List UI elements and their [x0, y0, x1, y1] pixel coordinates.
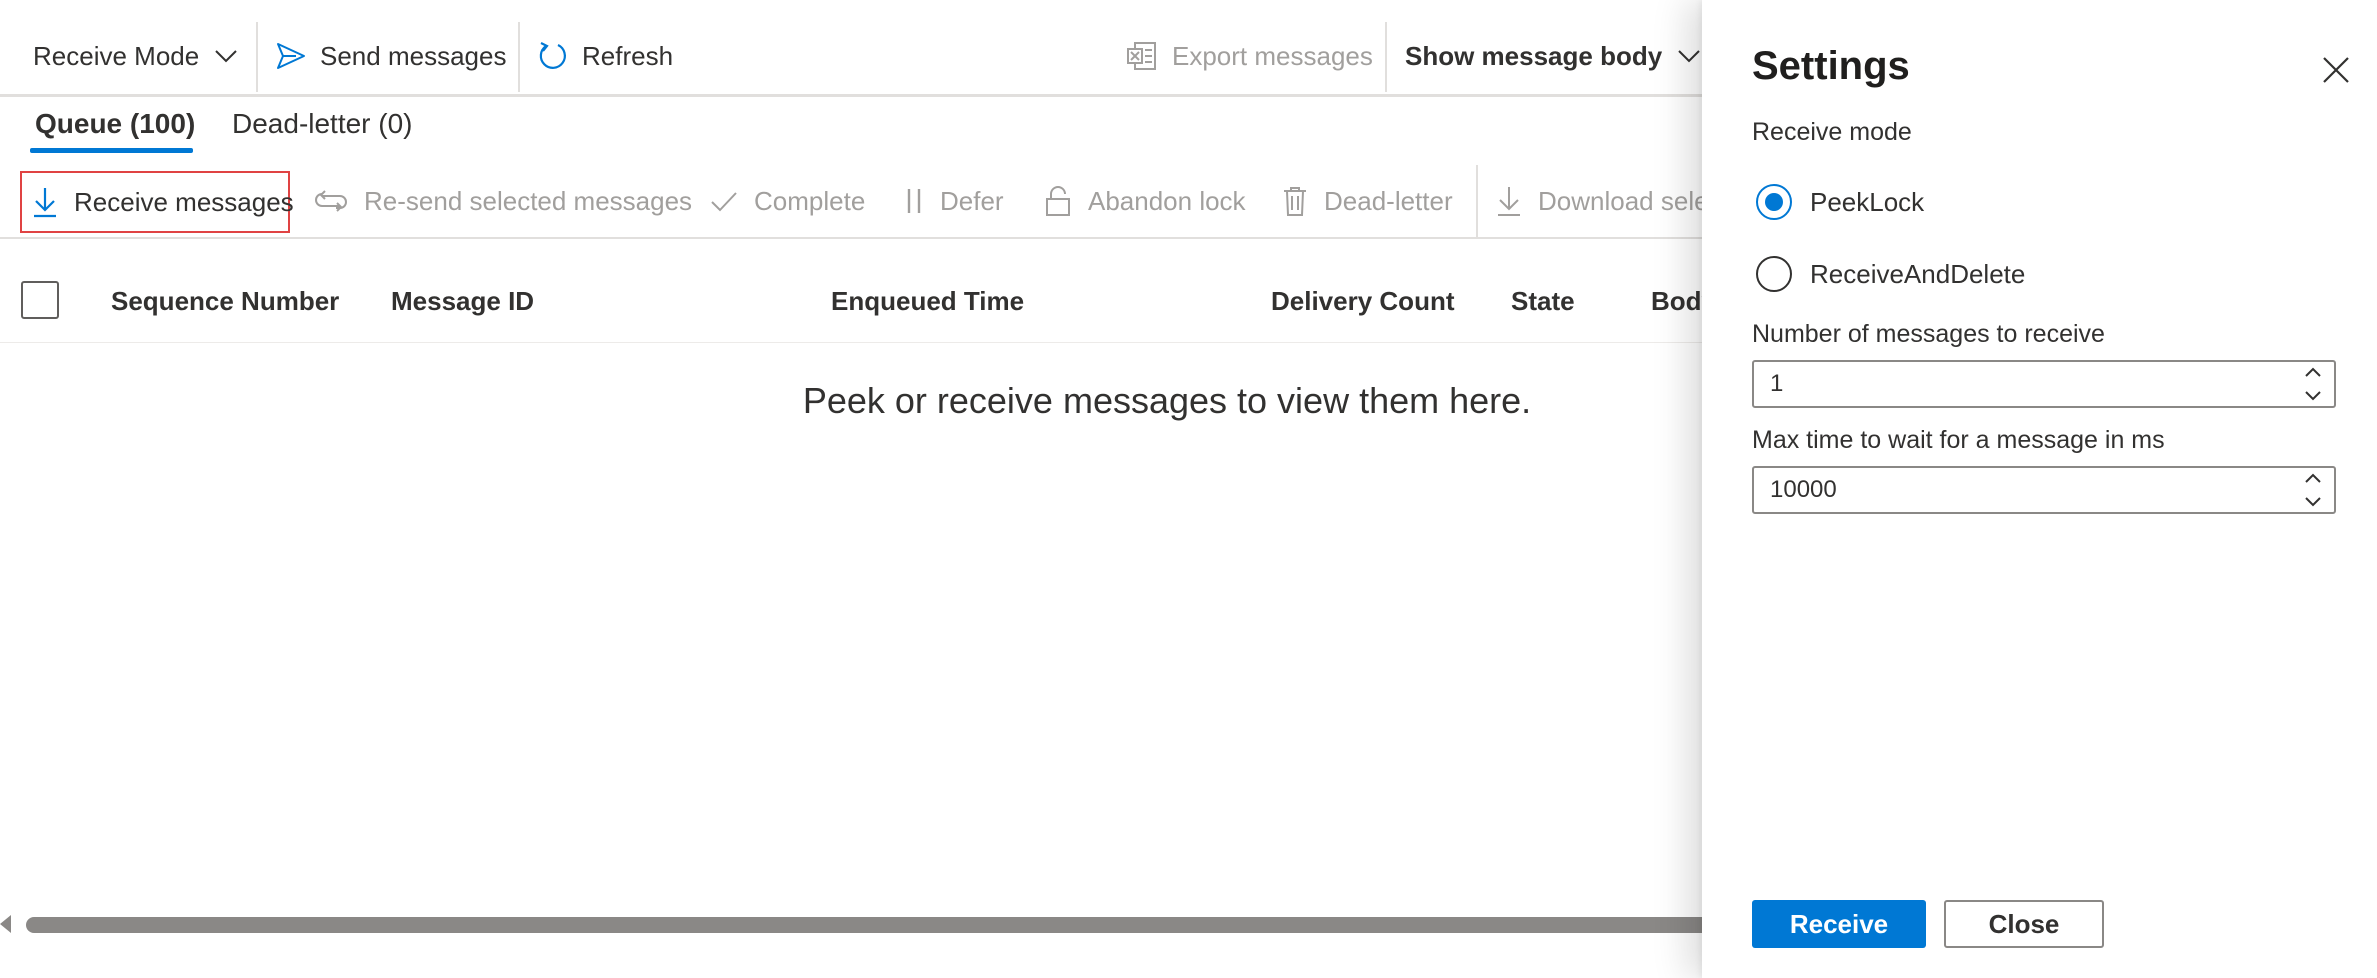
dead-letter-label: Dead-letter: [1324, 185, 1453, 216]
command-divider: [1476, 165, 1478, 237]
radio-button[interactable]: [1756, 256, 1792, 292]
dead-letter-button[interactable]: Dead-letter: [1282, 165, 1453, 237]
download-selected-button[interactable]: Download sele: [1496, 165, 1709, 237]
chevron-down-icon[interactable]: [2302, 494, 2324, 510]
defer-label: Defer: [940, 185, 1004, 216]
scroll-left-arrow[interactable]: [0, 915, 11, 933]
refresh-label: Refresh: [582, 40, 674, 71]
show-message-body-label: Show message body: [1405, 40, 1663, 71]
stepper-arrows[interactable]: [2302, 364, 2324, 404]
receive-messages-button[interactable]: Receive messages: [20, 171, 294, 233]
radio-peeklock[interactable]: PeekLock: [1756, 182, 1924, 222]
download-icon: [32, 186, 58, 218]
resend-icon: [314, 186, 348, 216]
radio-button-selected[interactable]: [1756, 184, 1792, 220]
column-sequence-number[interactable]: Sequence Number: [111, 286, 339, 317]
max-wait-label: Max time to wait for a message in ms: [1752, 426, 2165, 454]
trash-icon: [1282, 185, 1308, 217]
num-messages-label: Number of messages to receive: [1752, 320, 2105, 348]
chevron-down-icon: [215, 49, 237, 63]
chevron-down-icon: [1678, 49, 1700, 63]
settings-panel: Settings Receive mode PeekLock ReceiveAn…: [1702, 0, 2377, 978]
stepper-arrows[interactable]: [2302, 470, 2324, 510]
select-all-checkbox[interactable]: [21, 281, 59, 319]
receive-mode-dropdown[interactable]: Receive Mode: [33, 18, 237, 94]
complete-button[interactable]: Complete: [710, 165, 865, 237]
chevron-up-icon[interactable]: [2302, 470, 2324, 486]
send-messages-label: Send messages: [320, 40, 507, 71]
active-tab-indicator: [30, 148, 193, 153]
chevron-down-icon[interactable]: [2302, 388, 2324, 404]
download-selected-label: Download sele: [1538, 185, 1709, 216]
excel-icon: [1126, 40, 1158, 72]
radio-receiveanddelete-label: ReceiveAndDelete: [1810, 258, 2026, 289]
export-messages-button[interactable]: Export messages: [1126, 18, 1373, 94]
command-bar: Receive messages Re-send selected messag…: [0, 165, 1710, 239]
toolbar-divider: [518, 22, 520, 92]
defer-button[interactable]: Defer: [904, 165, 1004, 237]
refresh-icon: [536, 40, 568, 72]
tab-queue[interactable]: Queue (100): [35, 108, 195, 140]
max-wait-input[interactable]: [1754, 469, 2272, 511]
receive-messages-label: Receive messages: [74, 186, 294, 217]
export-messages-label: Export messages: [1172, 40, 1373, 71]
message-grid-header: Sequence Number Message ID Enqueued Time…: [0, 262, 1716, 343]
receive-button[interactable]: Receive: [1752, 900, 1926, 948]
pause-icon: [904, 187, 924, 215]
num-messages-stepper[interactable]: [1752, 360, 2336, 408]
radio-receiveanddelete[interactable]: ReceiveAndDelete: [1756, 254, 2025, 294]
complete-label: Complete: [754, 185, 866, 216]
refresh-button[interactable]: Refresh: [536, 18, 673, 94]
num-messages-input[interactable]: [1754, 363, 2272, 405]
top-toolbar: Receive Mode Send messages Refresh Expor…: [0, 18, 1710, 97]
tab-dead-letter[interactable]: Dead-letter (0): [232, 108, 413, 140]
settings-title: Settings: [1752, 44, 1910, 88]
download-icon: [1496, 185, 1522, 217]
close-button[interactable]: Close: [1944, 900, 2104, 948]
column-delivery-count[interactable]: Delivery Count: [1271, 286, 1455, 317]
check-icon: [710, 190, 738, 212]
send-messages-button[interactable]: Send messages: [276, 18, 506, 94]
close-icon[interactable]: [2322, 56, 2350, 84]
column-message-id[interactable]: Message ID: [391, 286, 534, 317]
column-enqueued-time[interactable]: Enqueued Time: [831, 286, 1024, 317]
radio-peeklock-label: PeekLock: [1810, 186, 1925, 217]
show-message-body-dropdown[interactable]: Show message body: [1405, 18, 1700, 94]
chevron-up-icon[interactable]: [2302, 364, 2324, 380]
column-state[interactable]: State: [1511, 286, 1575, 317]
resend-selected-button[interactable]: Re-send selected messages: [314, 165, 692, 237]
toolbar-divider: [256, 22, 258, 92]
horizontal-scrollbar-thumb[interactable]: [26, 917, 1726, 933]
toolbar-divider: [1385, 22, 1387, 92]
abandon-lock-label: Abandon lock: [1088, 185, 1246, 216]
send-icon: [276, 42, 306, 70]
abandon-lock-button[interactable]: Abandon lock: [1044, 165, 1246, 237]
receive-mode-heading: Receive mode: [1752, 118, 1912, 146]
lock-icon: [1044, 185, 1072, 217]
max-wait-stepper[interactable]: [1752, 466, 2336, 514]
receive-mode-label: Receive Mode: [33, 40, 200, 71]
resend-selected-label: Re-send selected messages: [364, 185, 693, 216]
